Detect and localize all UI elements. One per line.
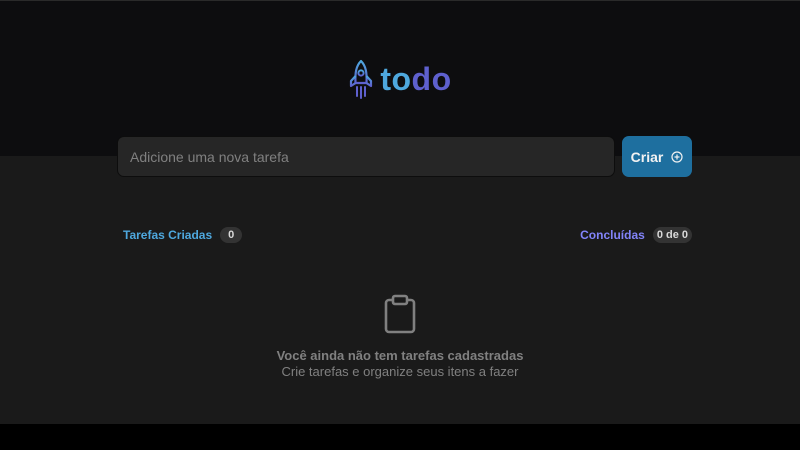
logo: todo [0, 59, 800, 99]
done-label: Concluídas [580, 228, 645, 242]
logo-text: todo [380, 61, 451, 98]
empty-subtitle: Crie tarefas e organize seus itens a faz… [281, 364, 519, 379]
logo-text-do: do [411, 60, 452, 97]
created-label: Tarefas Criadas [123, 228, 213, 242]
create-button[interactable]: Criar [622, 136, 692, 177]
task-counters: Tarefas Criadas 0 Concluídas 0 de 0 [123, 227, 692, 243]
rocket-icon [350, 59, 373, 99]
new-task-input[interactable] [117, 136, 615, 177]
created-count-badge: 0 [220, 227, 243, 243]
done-count-badge: 0 de 0 [652, 227, 692, 243]
clipboard-icon [384, 294, 416, 334]
logo-text-to: to [380, 60, 412, 97]
app-window: todo Criar Tarefas Criadas 0 Concluídas … [0, 0, 800, 424]
empty-title: Você ainda não tem tarefas cadastradas [276, 348, 524, 363]
created-counter: Tarefas Criadas 0 [123, 227, 243, 243]
header: todo [0, 0, 800, 156]
create-button-label: Criar [630, 148, 664, 165]
done-counter: Concluídas 0 de 0 [580, 227, 692, 243]
empty-state: Você ainda não tem tarefas cadastradas C… [0, 294, 800, 380]
plus-circle-icon [671, 150, 683, 163]
new-task-form: Criar [117, 136, 692, 177]
